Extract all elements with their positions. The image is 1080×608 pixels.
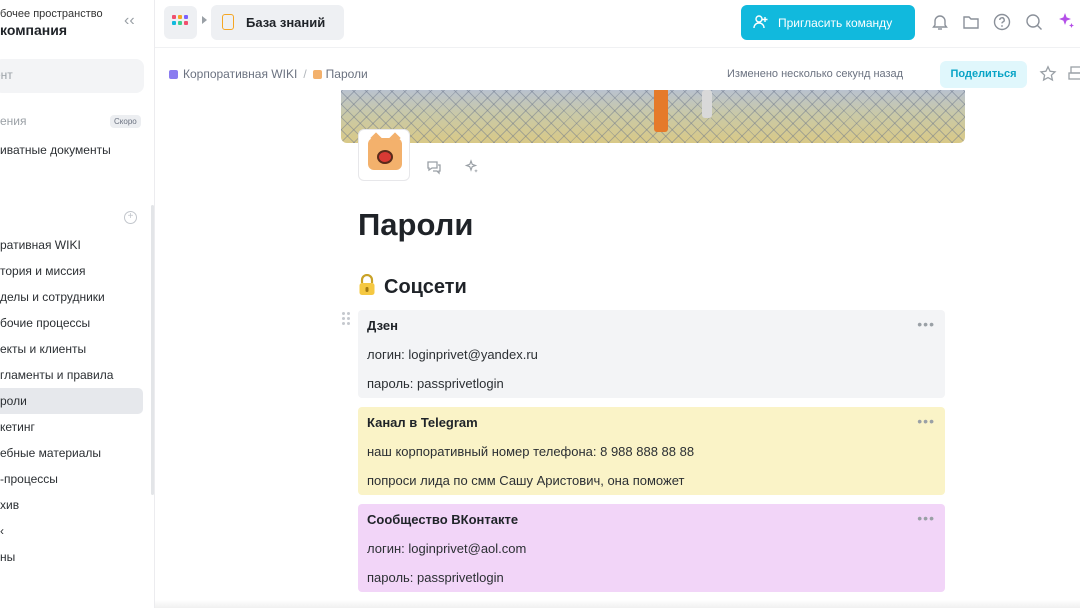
section-title: Соцсети	[384, 276, 467, 298]
chevron-right-icon	[202, 16, 207, 24]
card-line: пароль: passprivetlogin	[367, 570, 504, 585]
cover-figure	[654, 90, 668, 132]
more-options-icon[interactable]: •••	[917, 413, 935, 429]
breadcrumb-current[interactable]: Пароли	[326, 67, 368, 81]
sidebar-nav-item[interactable]: кетинг	[0, 414, 143, 440]
card-line: попроси лида по смм Сашу Аристович, она …	[367, 473, 685, 488]
sidebar-nav-item[interactable]: ративная WIKI	[0, 232, 143, 258]
bottom-fade	[155, 600, 1080, 608]
card-title: Дзен	[367, 318, 398, 333]
card-line: наш корпоративный номер телефона: 8 988 …	[367, 444, 695, 459]
breadcrumb-parent[interactable]: Корпоративная WIKI	[183, 67, 297, 81]
breadcrumb-separator: /	[303, 67, 307, 81]
lock-icon	[358, 273, 376, 296]
help-icon[interactable]	[993, 13, 1011, 31]
invite-team-button[interactable]: Пригласить команду	[741, 5, 915, 40]
page-title[interactable]: Пароли	[358, 207, 473, 243]
workspace-subtitle: бочее пространство	[0, 8, 103, 20]
add-space-icon[interactable]: +	[124, 211, 137, 224]
invite-team-label: Пригласить команду	[778, 16, 893, 30]
sidebar-nav-item[interactable]: гламенты и правила	[0, 362, 143, 388]
sidebar-nav-item[interactable]: ны	[0, 544, 143, 570]
sidebar-nav-item[interactable]: делы и сотрудники	[0, 284, 143, 310]
topbar: База знаний Пригласить команду	[155, 0, 1080, 48]
section-heading[interactable]: Соцсети	[358, 273, 467, 299]
print-icon[interactable]	[1068, 65, 1080, 83]
card-line: пароль: passprivetlogin	[367, 376, 504, 391]
apps-button[interactable]	[164, 6, 197, 39]
card-line: логин: loginprivet@aol.com	[367, 541, 527, 556]
page-emoji[interactable]	[358, 129, 410, 181]
bell-icon[interactable]	[931, 13, 949, 31]
card-title: Сообщество ВКонтакте	[367, 512, 519, 527]
document-icon	[222, 14, 234, 30]
star-icon[interactable]	[1039, 65, 1057, 83]
sidebar-nav-item[interactable]: екты и клиенты	[0, 336, 143, 362]
sparkle-icon[interactable]	[464, 159, 480, 175]
add-user-icon	[753, 15, 768, 29]
sidebar-nav-item[interactable]: -процессы	[0, 466, 143, 492]
cat-icon	[312, 70, 322, 79]
more-options-icon[interactable]: •••	[917, 316, 935, 332]
ai-sparkle-icon[interactable]	[1056, 11, 1076, 31]
sidebar-nav-item[interactable]: роли	[0, 388, 143, 414]
sidebar-search[interactable]: ент	[0, 59, 144, 93]
screaming-cat-icon	[368, 132, 402, 170]
soon-badge: Скоро	[110, 115, 141, 128]
cover-figure-light	[702, 90, 712, 118]
wiki-icon	[169, 70, 178, 79]
edited-status: Изменено несколько секунд назад	[727, 68, 904, 80]
callout-card-dzen[interactable]: Дзен ••• логин: loginprivet@yandex.ru па…	[358, 310, 945, 398]
sidebar-nav-item[interactable]: ‹	[0, 518, 143, 544]
folder-icon[interactable]	[962, 13, 980, 31]
callout-card-telegram[interactable]: Канал в Telegram ••• наш корпоративный н…	[358, 407, 945, 495]
sidebar-nav-item[interactable]: тория и миссия	[0, 258, 143, 284]
apps-grid-icon	[172, 15, 188, 25]
space-label: База знаний	[246, 15, 326, 30]
share-button[interactable]: Поделиться	[940, 61, 1027, 88]
sidebar-scrollbar[interactable]	[151, 205, 154, 495]
sidebar-item-private-docs[interactable]: иватные документы	[0, 143, 111, 157]
card-title: Канал в Telegram	[367, 415, 478, 430]
workspace-name[interactable]: компания	[0, 22, 67, 38]
search-icon[interactable]	[1025, 13, 1043, 31]
comment-icon[interactable]	[426, 159, 442, 175]
collapse-sidebar-icon[interactable]: ‹‹	[124, 12, 135, 30]
sidebar-nav-item[interactable]: бочие процессы	[0, 310, 143, 336]
sidebar-nav-item[interactable]: хив	[0, 492, 143, 518]
sidebar: бочее пространство компания ‹‹ ент ения …	[0, 0, 155, 608]
card-line: логин: loginprivet@yandex.ru	[367, 347, 538, 362]
sidebar-item-soon: ения	[0, 114, 27, 128]
sidebar-nav-item[interactable]: ебные материалы	[0, 440, 143, 466]
callout-card-vkontakte[interactable]: Сообщество ВКонтакте ••• логин: loginpri…	[358, 504, 945, 592]
page-cover-image[interactable]	[341, 90, 965, 143]
more-options-icon[interactable]: •••	[917, 510, 935, 526]
breadcrumb: Корпоративная WIKI / Пароли	[169, 67, 368, 81]
drag-handle-icon[interactable]	[342, 312, 350, 325]
space-selector-button[interactable]: База знаний	[211, 5, 344, 40]
